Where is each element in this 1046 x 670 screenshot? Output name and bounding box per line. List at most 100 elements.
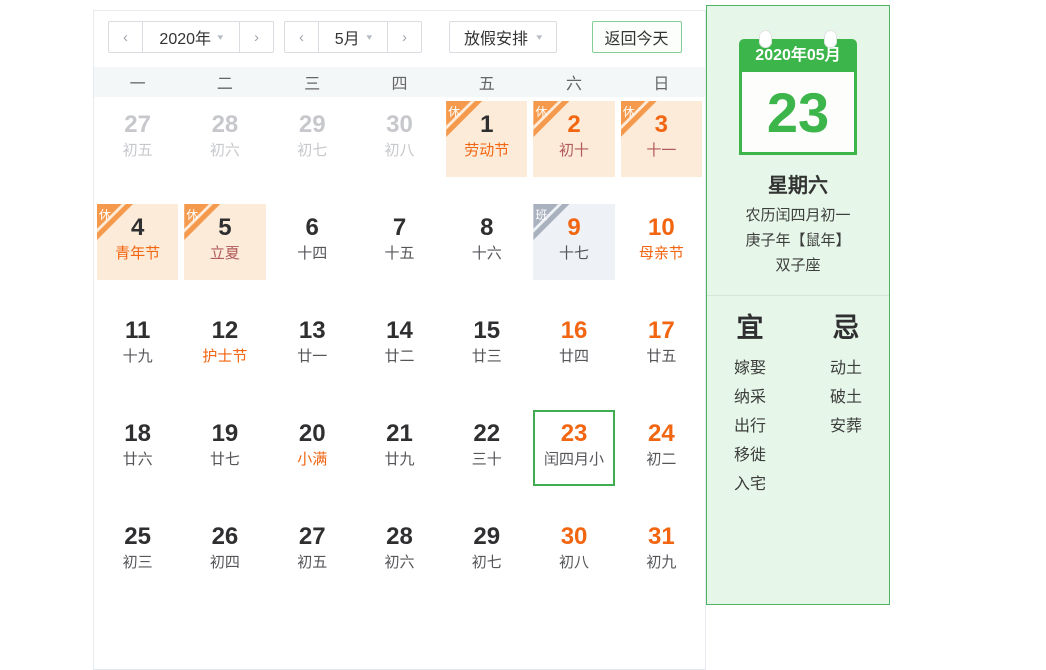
year-dropdown[interactable]: 2020年 ▾ [142, 22, 240, 52]
next-month-button[interactable]: › [388, 22, 421, 52]
day-lunar-label: 初四 [184, 553, 265, 572]
day-cell-6[interactable]: 6十四 [272, 204, 353, 280]
day-number: 28 [184, 101, 265, 139]
day-cell-2[interactable]: 休2初十 [533, 101, 614, 177]
day-cell-3[interactable]: 休3十一 [621, 101, 702, 177]
day-cell-21[interactable]: 21廿九 [359, 410, 440, 486]
day-number: 9 [533, 204, 614, 242]
day-cell-18[interactable]: 18廿六 [97, 410, 178, 486]
day-cell-13[interactable]: 13廿一 [272, 307, 353, 383]
day-number: 3 [621, 101, 702, 139]
day-number: 23 [535, 412, 612, 448]
binder-ring-icon [824, 30, 837, 48]
day-cell-11[interactable]: 11十九 [97, 307, 178, 383]
day-lunar-label: 初二 [621, 450, 702, 469]
panel-weekday: 星期六 [707, 169, 889, 198]
day-lunar-label: 初十 [533, 141, 614, 160]
day-cell-17[interactable]: 17廿五 [621, 307, 702, 383]
day-cell-19[interactable]: 19廿七 [184, 410, 265, 486]
day-cell-27[interactable]: 27 初五 [97, 101, 178, 177]
day-cell-14[interactable]: 14 廿二 [359, 307, 440, 383]
day-cell-7[interactable]: 7 十五 [359, 204, 440, 280]
weekday-header-row: 一二三四五六日 [94, 67, 705, 97]
day-lunar-label: 廿二 [359, 347, 440, 366]
day-number: 22 [446, 410, 527, 448]
day-cell-30[interactable]: 30初八 [533, 513, 614, 589]
binder-ring-icon [759, 30, 772, 48]
day-cell-27[interactable]: 27初五 [272, 513, 353, 589]
calendar-toolbar: ‹ 2020年 ▾ › ‹ 5月 ▾ › 放假安排 ▾ 返回今天 [94, 11, 705, 53]
day-lunar-label: 青年节 [97, 244, 178, 263]
day-cell-12[interactable]: 12护士节 [184, 307, 265, 383]
day-number: 11 [97, 307, 178, 345]
day-number: 7 [359, 204, 440, 242]
holiday-schedule-dropdown[interactable]: 放假安排 ▾ [449, 21, 557, 53]
almanac-item: 入宅 [719, 470, 781, 499]
day-number: 29 [272, 101, 353, 139]
day-cell-16[interactable]: 16廿四 [533, 307, 614, 383]
chevron-right-icon: › [254, 29, 259, 46]
holiday-schedule-label: 放假安排 [464, 25, 528, 49]
month-dropdown[interactable]: 5月 ▾ [318, 22, 388, 52]
day-number: 25 [97, 513, 178, 551]
day-cell-29[interactable]: 29初七 [446, 513, 527, 589]
caret-down-icon: ▾ [366, 32, 372, 43]
day-number: 26 [184, 513, 265, 551]
back-to-today-button[interactable]: 返回今天 [592, 21, 682, 53]
day-cell-29[interactable]: 29初七 [272, 101, 353, 177]
day-lunar-label: 护士节 [184, 347, 265, 366]
day-cell-26[interactable]: 26 初四 [184, 513, 265, 589]
almanac-item: 出行 [719, 412, 781, 441]
day-number: 28 [359, 513, 440, 551]
prev-month-button[interactable]: ‹ [285, 22, 318, 52]
day-cell-1[interactable]: 休1劳动节 [446, 101, 527, 177]
day-number: 18 [97, 410, 178, 448]
day-cell-10[interactable]: 10 母亲节 [621, 204, 702, 280]
day-number: 6 [272, 204, 353, 242]
day-lunar-label: 初五 [97, 141, 178, 160]
day-lunar-label: 立夏 [184, 244, 265, 263]
day-cell-23[interactable]: 23 闰四月小 [533, 410, 614, 486]
day-number: 31 [621, 513, 702, 551]
day-cell-30[interactable]: 30初八 [359, 101, 440, 177]
day-cell-31[interactable]: 31 初九 [621, 513, 702, 589]
calendar-widget: ‹ 2020年 ▾ › ‹ 5月 ▾ › 放假安排 ▾ 返回今天 一二三四五六日… [93, 10, 706, 670]
day-cell-25[interactable]: 25初三 [97, 513, 178, 589]
chevron-left-icon: ‹ [299, 29, 304, 46]
day-lunar-label: 十六 [446, 244, 527, 263]
day-cell-22[interactable]: 22三十 [446, 410, 527, 486]
day-lunar-label: 十五 [359, 244, 440, 263]
caret-down-icon: ▾ [536, 32, 542, 43]
day-lunar-label: 初九 [621, 553, 702, 572]
day-lunar-label: 闰四月小 [535, 450, 612, 469]
day-cell-20[interactable]: 20小满 [272, 410, 353, 486]
panel-ganzhi-year: 庚子年【鼠年】 [707, 228, 889, 253]
day-cell-5[interactable]: 休5立夏 [184, 204, 265, 280]
yi-ji-section: 宜 嫁娶纳采出行移徙入宅 忌 动土破土安葬 [707, 295, 889, 499]
day-lunar-label: 廿一 [272, 347, 353, 366]
day-cell-9[interactable]: 班9十七 [533, 204, 614, 280]
day-number: 24 [621, 410, 702, 448]
day-cell-24[interactable]: 24 初二 [621, 410, 702, 486]
prev-year-button[interactable]: ‹ [109, 22, 142, 52]
day-cell-4[interactable]: 休4青年节 [97, 204, 178, 280]
next-year-button[interactable]: › [240, 22, 273, 52]
day-lunar-label: 初六 [184, 141, 265, 160]
day-lunar-label: 廿九 [359, 450, 440, 469]
ji-column: 忌 动土破土安葬 [815, 306, 877, 499]
day-lunar-label: 初七 [446, 553, 527, 572]
weekday-header: 日 [618, 70, 705, 94]
day-cell-28[interactable]: 28初六 [359, 513, 440, 589]
weekday-header: 六 [530, 70, 617, 94]
almanac-item: 安葬 [815, 412, 877, 441]
day-cell-15[interactable]: 15廿三 [446, 307, 527, 383]
day-number: 10 [621, 204, 702, 242]
yi-label: 宜 [719, 306, 781, 345]
day-lunar-label: 母亲节 [621, 244, 702, 263]
day-cell-28[interactable]: 28 初六 [184, 101, 265, 177]
day-cell-8[interactable]: 8十六 [446, 204, 527, 280]
day-number: 27 [272, 513, 353, 551]
day-number: 14 [359, 307, 440, 345]
day-number: 27 [97, 101, 178, 139]
day-number: 15 [446, 307, 527, 345]
